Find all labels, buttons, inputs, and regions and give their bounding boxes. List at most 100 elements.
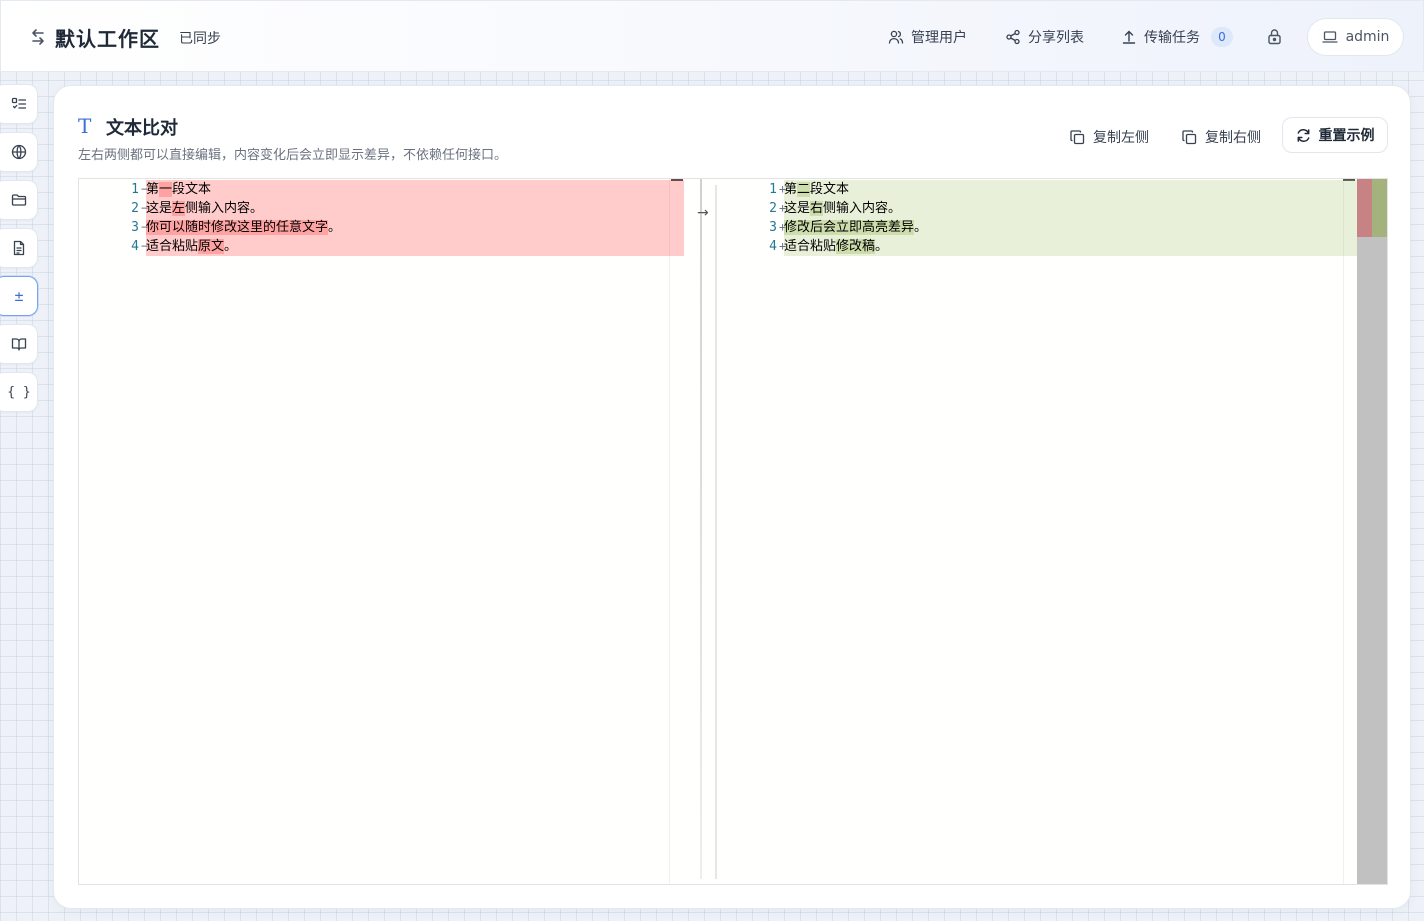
vertical-ruler [1343, 179, 1344, 884]
code-line[interactable]: 2− 这是左侧输入内容。 [79, 199, 684, 218]
share-list-button[interactable]: 分享列表 [1005, 25, 1084, 49]
braces-icon: { } [7, 384, 31, 400]
manage-users-label: 管理用户 [911, 30, 967, 46]
book-icon [11, 338, 27, 351]
page-subtitle: 左右两侧都可以直接编辑，内容变化后会立即显示差异，不依赖任何接口。 [78, 148, 508, 163]
original-editor[interactable]: 1− 第一段文本 2− 这是左侧输入内容。 3− 你可以随时修改这里的任意文字。 4− 适合粘… [79, 179, 684, 884]
line-text-unchanged: 。 [914, 220, 928, 235]
sidebar-item-text-diff[interactable]: ± [0, 276, 38, 316]
sidebar-item-json[interactable]: { } [0, 372, 38, 412]
line-number: 1 [131, 182, 139, 197]
reset-example-button[interactable]: 重置示例 [1282, 117, 1388, 153]
share-list-label: 分享列表 [1028, 30, 1084, 46]
line-text-changed: 你可以随时修改这里的任意文字 [146, 220, 329, 235]
line-text-changed: 修改稿 [836, 239, 876, 254]
line-text: 这是右侧输入内容。 [784, 199, 901, 218]
diff-gutter: → [684, 179, 717, 884]
line-number: 3 [769, 220, 777, 235]
laptop-icon [1321, 31, 1338, 43]
sidebar-item-files[interactable] [0, 180, 38, 220]
user-name: admin [1345, 29, 1390, 45]
gutter-divider [700, 179, 702, 879]
code-line[interactable]: 3 + 修改后会立即高亮差异。 [717, 218, 1357, 237]
line-text-unchanged: 适合粘贴 [784, 239, 837, 254]
users-icon [888, 30, 904, 44]
line-text-unchanged: 适合粘贴 [146, 239, 199, 254]
line-change-highlight [146, 180, 684, 199]
copy-right-button[interactable]: 复制右侧 [1182, 127, 1261, 147]
code-line[interactable]: 3− 你可以随时修改这里的任意文字。 [79, 218, 684, 237]
folder-icon [11, 194, 27, 206]
plus-minus-icon: ± [14, 287, 24, 305]
code-line[interactable]: 4 + 适合粘贴修改稿。 [717, 237, 1357, 256]
refresh-icon [1297, 128, 1309, 142]
line-number: 2 [131, 201, 139, 216]
line-change-highlight [784, 180, 1357, 199]
copy-icon [1182, 129, 1197, 144]
copy-icon [1070, 129, 1085, 144]
code-line[interactable]: 1 + 第二段文本 [717, 180, 1357, 199]
transfer-tasks-button[interactable]: 传输任务 0 [1121, 25, 1233, 49]
line-text-changed: 原文 [198, 239, 225, 254]
line-text-unchanged: 第 [784, 182, 798, 197]
workspace-title[interactable]: 默认工作区 [55, 23, 160, 52]
line-text-unchanged: 。 [224, 239, 238, 254]
line-text-unchanged: 段文本 [810, 182, 850, 197]
line-text-unchanged: 第 [146, 182, 160, 197]
diff-editor[interactable]: 1− 第一段文本 2− 这是左侧输入内容。 3− 你可以随时修改这里的任意文字。 4− 适合粘… [78, 178, 1388, 885]
sidebar-item-docs[interactable] [0, 324, 38, 364]
line-text-unchanged: 侧输入内容。 [185, 201, 264, 216]
line-text-unchanged: 这是 [784, 201, 811, 216]
line-text-changed: 右 [810, 201, 824, 216]
line-text-unchanged: 侧输入内容。 [823, 201, 902, 216]
copy-left-button[interactable]: 复制左侧 [1070, 127, 1149, 147]
line-text-unchanged: 。 [875, 239, 889, 254]
line-text-changed: 修改后会立即高亮差异 [784, 220, 915, 235]
sidebar-item-tasks[interactable] [0, 84, 38, 124]
line-text: 第一段文本 [146, 180, 211, 199]
overview-inserted-marker [1372, 179, 1387, 237]
line-text-unchanged: 。 [328, 220, 342, 235]
globe-icon [11, 144, 27, 160]
share-icon [1006, 29, 1020, 45]
line-text: 第二段文本 [784, 180, 849, 199]
line-text-changed: 一 [159, 182, 173, 197]
copy-right-label: 复制右侧 [1205, 130, 1261, 146]
transfer-tasks-label: 传输任务 [1144, 30, 1200, 46]
modified-editor[interactable]: 1 + 第二段文本 2 + 这是右侧输入内容。 3 + 修改后会立即高亮差异。 4 + 适合粘贴修改稿… [717, 179, 1357, 884]
text-type-icon: T [78, 114, 92, 138]
line-number: 4 [131, 239, 139, 254]
swap-icon[interactable] [29, 27, 47, 47]
line-text: 修改后会立即高亮差异。 [784, 218, 927, 237]
document-icon [13, 240, 25, 256]
code-line[interactable]: 2 + 这是右侧输入内容。 [717, 199, 1357, 218]
text-diff-panel: T 文本比对 左右两侧都可以直接编辑，内容变化后会立即显示差异，不依赖任何接口。… [53, 85, 1411, 909]
line-text: 适合粘贴修改稿。 [784, 237, 888, 256]
sync-status: 已同步 [179, 31, 221, 47]
vertical-ruler [669, 179, 670, 884]
line-number: 4 [769, 239, 777, 254]
manage-users-button[interactable]: 管理用户 [888, 25, 967, 49]
diff-overview-ruler[interactable] [1357, 179, 1387, 884]
page-title: 文本比对 [106, 118, 178, 139]
line-text: 适合粘贴原文。 [146, 237, 237, 256]
transfer-count-badge: 0 [1211, 27, 1233, 47]
reset-example-label: 重置示例 [1318, 128, 1375, 144]
line-text-changed: 左 [172, 201, 186, 216]
code-line[interactable]: 1− 第一段文本 [79, 180, 684, 199]
sidebar-item-documents[interactable] [0, 228, 38, 268]
lock-icon[interactable] [1266, 28, 1283, 45]
line-number: 3 [131, 220, 139, 235]
sidebar-item-network[interactable] [0, 132, 38, 172]
upload-icon [1122, 30, 1136, 44]
line-text: 你可以随时修改这里的任意文字。 [146, 218, 341, 237]
arrow-right-icon[interactable]: → [697, 205, 709, 221]
line-text-unchanged: 这是 [146, 201, 173, 216]
line-number: 2 [769, 201, 777, 216]
user-menu-button[interactable]: admin [1307, 18, 1404, 56]
code-line[interactable]: 4− 适合粘贴原文。 [79, 237, 684, 256]
line-text: 这是左侧输入内容。 [146, 199, 263, 218]
top-bar: 默认工作区 已同步 管理用户 分享列表 传输任务 0 admin [0, 0, 1424, 72]
copy-left-label: 复制左侧 [1093, 130, 1149, 146]
overview-deleted-marker [1357, 179, 1372, 237]
